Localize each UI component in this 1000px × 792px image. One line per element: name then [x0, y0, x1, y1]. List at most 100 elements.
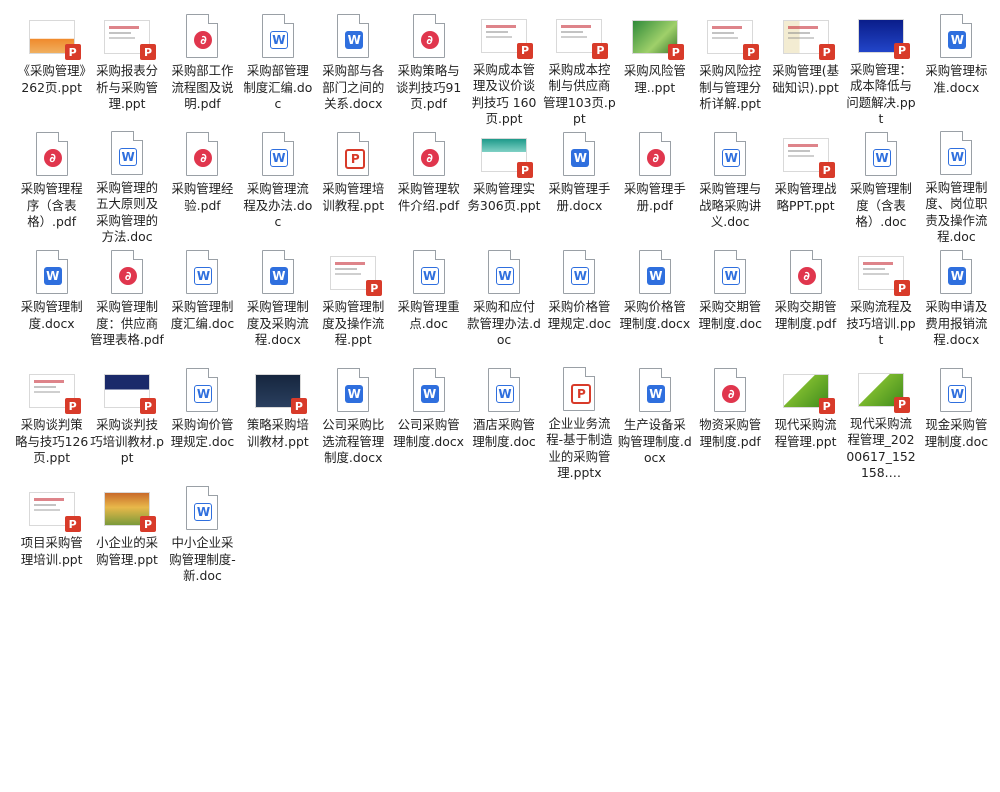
ppt-thumbnail-icon: P	[473, 128, 535, 178]
powerpoint-badge-icon: P	[818, 162, 835, 178]
ppt-thumbnail-icon: P	[96, 482, 158, 532]
file-item[interactable]: P 采购成本管理及议价谈判技巧 160页.ppt	[466, 8, 541, 126]
file-item[interactable]: P 采购谈判技巧培训教材.ppt	[89, 362, 164, 480]
pdf-badge-icon: ∂	[420, 149, 439, 167]
file-item[interactable]: ∂ 采购策略与谈判技巧91页.pdf	[391, 8, 466, 126]
word-doc-file-icon: W	[488, 250, 521, 294]
file-item[interactable]: P 项目采购管理培训.ppt	[14, 480, 89, 598]
pdf-badge-icon: ∂	[194, 149, 213, 167]
file-name-label: 采购管理手册.pdf	[623, 181, 686, 213]
file-item[interactable]: P 小企业的采购管理.ppt	[89, 480, 164, 598]
word-badge-icon: W	[420, 267, 439, 285]
file-name-label: 采购谈判策略与技巧126页.ppt	[15, 417, 89, 465]
pdf-file-icon: ∂	[412, 132, 445, 176]
word-docx-file-icon: W	[412, 368, 445, 412]
file-item[interactable]: P 采购成本控制与供应商管理103页.ppt	[542, 8, 617, 126]
file-item[interactable]: P 采购报表分析与采购管理.ppt	[89, 8, 164, 126]
file-item[interactable]: W 采购交期管理制度.doc	[693, 244, 768, 362]
file-item[interactable]: W 采购管理流程及办法.doc	[240, 126, 315, 244]
file-item[interactable]: W 采购价格管理规定.doc	[542, 244, 617, 362]
file-name-label: 《采购管理》262页.ppt	[17, 63, 86, 95]
word-doc-file-icon: W	[714, 132, 747, 176]
file-item[interactable]: W 采购管理制度.docx	[14, 244, 89, 362]
file-name-label: 现代采购流程管理.ppt	[774, 417, 837, 449]
word-badge-icon: W	[948, 385, 967, 403]
file-item[interactable]: W 公司采购管理制度.docx	[391, 362, 466, 480]
file-item[interactable]: ∂ 采购交期管理制度.pdf	[768, 244, 843, 362]
powerpoint-badge-icon: P	[571, 383, 592, 404]
file-item[interactable]: W 中小企业采购管理制度-新.doc	[165, 480, 240, 598]
file-item[interactable]: P 企业业务流程-基于制造业的采购管理.pptx	[542, 362, 617, 480]
file-item[interactable]: P 采购风险管理..ppt	[617, 8, 692, 126]
file-item[interactable]: P 采购管理制度及操作流程.ppt	[316, 244, 391, 362]
powerpoint-badge-icon: P	[345, 149, 366, 169]
file-name-label: 公司采购管理制度.docx	[393, 417, 464, 449]
file-item[interactable]: W 公司采购比选流程管理制度.docx	[316, 362, 391, 480]
file-item[interactable]: ∂ 采购管理程序（含表格）.pdf	[14, 126, 89, 244]
file-item[interactable]: P 策略采购培训教材.ppt	[240, 362, 315, 480]
powerpoint-badge-icon: P	[893, 396, 910, 413]
file-item[interactable]: P 《采购管理》262页.ppt	[14, 8, 89, 126]
file-item[interactable]: W 生产设备采购管理制度.docx	[617, 362, 692, 480]
file-name-label: 采购报表分析与采购管理.ppt	[96, 63, 159, 111]
file-name-label: 生产设备采购管理制度.docx	[617, 417, 692, 465]
file-item[interactable]: ∂ 采购部工作流程图及说明.pdf	[165, 8, 240, 126]
file-item[interactable]: W 酒店采购管理制度.doc	[466, 362, 541, 480]
file-item[interactable]: W 采购管理手册.docx	[542, 126, 617, 244]
file-name-label: 中小企业采购管理制度-新.doc	[169, 535, 236, 583]
file-item[interactable]: ∂ 采购管理制度：供应商管理表格.pdf	[89, 244, 164, 362]
file-item[interactable]: W 采购管理的五大原则及采购管理的方法.doc	[89, 126, 164, 244]
file-name-label: 采购流程及技巧培训.ppt	[846, 299, 916, 347]
powerpoint-badge-icon: P	[517, 162, 534, 178]
file-item[interactable]: P 现代采购流程管理.ppt	[768, 362, 843, 480]
word-badge-icon: W	[269, 267, 288, 285]
file-item[interactable]: W 采购管理制度（含表格）.doc	[843, 126, 918, 244]
file-item[interactable]: W 采购申请及费用报销流程.docx	[919, 244, 994, 362]
powerpoint-badge-icon: P	[140, 398, 157, 414]
file-item[interactable]: P 采购管理培训教程.ppt	[316, 126, 391, 244]
file-item[interactable]: P 采购风险控制与管理分析详解.ppt	[693, 8, 768, 126]
ppt-thumbnail-icon: P	[473, 10, 535, 59]
file-name-label: 采购交期管理制度.doc	[698, 299, 762, 331]
file-item[interactable]: W 采购管理重点.doc	[391, 244, 466, 362]
word-docx-file-icon: W	[35, 250, 68, 294]
file-item[interactable]: W 采购部管理制度汇编.doc	[240, 8, 315, 126]
pdf-file-icon: ∂	[789, 250, 822, 294]
file-item[interactable]: W 采购和应付款管理办法.doc	[466, 244, 541, 362]
file-item[interactable]: ∂ 采购管理手册.pdf	[617, 126, 692, 244]
file-item[interactable]: W 采购管理制度汇编.doc	[165, 244, 240, 362]
file-item[interactable]: P 采购流程及技巧培训.ppt	[843, 244, 918, 362]
file-item[interactable]: ∂ 采购管理经验.pdf	[165, 126, 240, 244]
file-item[interactable]: W 采购部与各部门之间的关系.docx	[316, 8, 391, 126]
file-item[interactable]: W 采购询价管理规定.doc	[165, 362, 240, 480]
powerpoint-badge-icon: P	[818, 398, 835, 414]
file-item[interactable]: P 采购谈判策略与技巧126页.ppt	[14, 362, 89, 480]
file-item[interactable]: P 采购管理(基础知识).ppt	[768, 8, 843, 126]
file-item[interactable]: W 采购价格管理制度.docx	[617, 244, 692, 362]
file-item[interactable]: W 采购管理制度及采购流程.docx	[240, 244, 315, 362]
pdf-badge-icon: ∂	[420, 31, 439, 49]
file-name-label: 酒店采购管理制度.doc	[472, 417, 536, 449]
file-item[interactable]: P 采购管理实务306页.ppt	[466, 126, 541, 244]
pdf-badge-icon: ∂	[194, 31, 213, 49]
file-name-label: 物资采购管理制度.pdf	[699, 417, 762, 449]
file-item[interactable]: ∂ 物资采购管理制度.pdf	[693, 362, 768, 480]
powerpoint-badge-icon: P	[140, 516, 157, 532]
file-item[interactable]: ∂ 采购管理软件介绍.pdf	[391, 126, 466, 244]
file-item[interactable]: P 现代采购流程管理_20200617_152158.…	[843, 362, 918, 480]
file-name-label: 策略采购培训教材.ppt	[246, 417, 309, 449]
file-item[interactable]: P 采购管理战略PPT.ppt	[768, 126, 843, 244]
word-doc-file-icon: W	[261, 14, 294, 58]
file-name-label: 采购风险控制与管理分析详解.ppt	[699, 63, 762, 111]
ppt-thumbnail-icon: P	[21, 364, 83, 414]
file-item[interactable]: P 采购管理：成本降低与问题解决.ppt	[843, 8, 918, 126]
file-item[interactable]: W 采购管理制度、岗位职责及操作流程.doc	[919, 126, 994, 244]
file-name-label: 采购管理手册.docx	[548, 181, 611, 213]
file-name-label: 采购管理标准.docx	[925, 63, 988, 95]
ppt-thumbnail-icon: P	[850, 364, 912, 413]
ppt-thumbnail-icon: P	[850, 10, 912, 59]
word-badge-icon: W	[194, 385, 213, 403]
file-item[interactable]: W 现金采购管理制度.doc	[919, 362, 994, 480]
file-item[interactable]: W 采购管理与战略采购讲义.doc	[693, 126, 768, 244]
file-item[interactable]: W 采购管理标准.docx	[919, 8, 994, 126]
